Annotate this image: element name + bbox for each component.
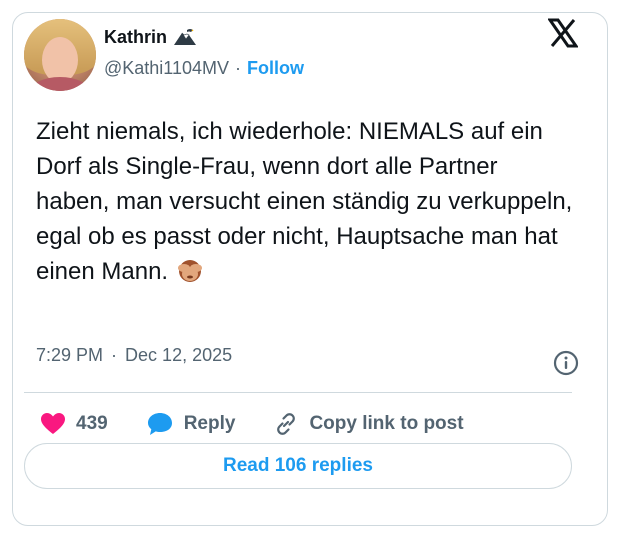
author-handle[interactable]: @Kathi1104MV — [104, 58, 229, 79]
avatar-shirt — [30, 77, 90, 91]
reply-label: Reply — [183, 413, 236, 434]
tweet-body: Zieht niemals, ich wiederhole: NIEMALS a… — [36, 118, 573, 285]
reply-button[interactable]: Reply — [146, 411, 236, 437]
copy-link-button[interactable]: Copy link to post — [273, 411, 464, 437]
avatar[interactable] — [24, 19, 96, 91]
tweet-meta: 7:29 PM · Dec 12, 2025 — [36, 345, 232, 366]
copy-link-label: Copy link to post — [309, 413, 464, 434]
author-name-row: Kathrin — [104, 24, 197, 50]
speech-bubble-icon — [147, 413, 172, 435]
read-replies-label: Read 106 replies — [223, 455, 373, 476]
author-display-name[interactable]: Kathrin — [104, 27, 167, 48]
link-icon — [277, 413, 296, 435]
like-button[interactable]: 439 — [40, 412, 108, 436]
eagle-icon — [174, 29, 196, 45]
x-logo-icon[interactable] — [548, 18, 578, 48]
see-no-evil-monkey-emoji — [177, 260, 202, 282]
follow-button[interactable]: Follow — [247, 58, 304, 79]
tweet-date[interactable]: Dec 12, 2025 — [125, 345, 232, 366]
like-count: 439 — [76, 413, 108, 434]
info-icon[interactable] — [553, 350, 579, 376]
divider — [24, 392, 572, 393]
action-bar: 439 Reply Copy link to post — [40, 409, 464, 439]
tweet-time[interactable]: 7:29 PM — [36, 345, 103, 366]
meta-separator: · — [111, 345, 118, 365]
heart-icon — [41, 413, 65, 434]
author-handle-row: @Kathi1104MV · Follow — [104, 58, 304, 79]
handle-separator: · — [235, 58, 242, 78]
tweet-text: Zieht niemals, ich wiederhole: NIEMALS a… — [36, 114, 576, 289]
read-replies-button[interactable]: Read 106 replies — [24, 443, 572, 489]
